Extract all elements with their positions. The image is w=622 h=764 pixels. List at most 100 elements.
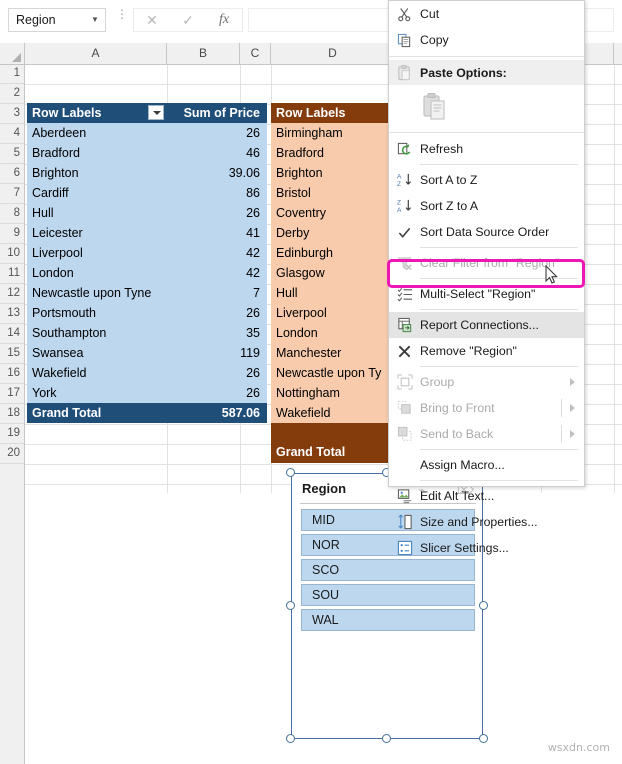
menu-item-assign-macro[interactable]: Assign Macro... (389, 452, 584, 478)
row-header-5[interactable]: 5 (0, 144, 24, 164)
pivot-blue-row[interactable]: Cardiff 86 (27, 183, 267, 203)
menu-item-label: Sort Data Source Order (420, 225, 550, 239)
row-header-15[interactable]: 15 (0, 344, 24, 364)
menu-item-refresh[interactable]: Refresh (389, 136, 584, 162)
resize-handle-bc[interactable] (382, 734, 391, 743)
row-header-9[interactable]: 9 (0, 224, 24, 244)
pivot-orange-row[interactable]: Newcastle upon Ty (271, 363, 395, 383)
pivot-blue-row[interactable]: Bradford 46 (27, 143, 267, 163)
menu-item-label: Group (420, 375, 455, 389)
row-header-16[interactable]: 16 (0, 364, 24, 384)
pivot-blue-row[interactable]: Row Labels Sum of Price (27, 103, 267, 123)
paste-tile-icon[interactable] (420, 92, 450, 122)
pivot-blue-row[interactable]: Portsmouth 26 (27, 303, 267, 323)
pivot-blue-row[interactable]: Southampton 35 (27, 323, 267, 343)
menu-item-size-and-properties[interactable]: Size and Properties... (389, 509, 584, 535)
pivot-orange-row[interactable]: Wakefield (271, 403, 395, 423)
row-labels-filter-button[interactable] (147, 105, 164, 120)
slicer-item-sou[interactable]: SOU (301, 584, 475, 606)
menu-item-report-connections[interactable]: Report Connections... (389, 312, 584, 338)
resize-handle-mr[interactable] (479, 601, 488, 610)
row-header-10[interactable]: 10 (0, 244, 24, 264)
row-header-7[interactable]: 7 (0, 184, 24, 204)
pivot-blue-row[interactable]: Liverpool 42 (27, 243, 267, 263)
row-header-2[interactable]: 2 (0, 84, 24, 104)
menu-item-paste-options[interactable]: Paste Options: (389, 60, 584, 85)
pivot-orange-row[interactable]: London (271, 323, 395, 343)
row-header-13[interactable]: 13 (0, 304, 24, 324)
menu-item-edit-alt-text[interactable]: Edit Alt Text... (389, 483, 584, 509)
pivot-orange-row[interactable]: Birmingham (271, 123, 395, 143)
paste-option-tile[interactable] (389, 85, 584, 129)
menu-item-copy[interactable]: Copy (389, 27, 584, 53)
resize-handle-br[interactable] (479, 734, 488, 743)
confirm-check-icon[interactable]: ✓ (171, 9, 205, 31)
menu-item-remove-region[interactable]: Remove "Region" (389, 338, 584, 364)
pivot-orange-row[interactable]: Edinburgh (271, 243, 395, 263)
pivot-orange-row[interactable]: Glasgow (271, 263, 395, 283)
pivot-blue-row[interactable]: Leicester 41 (27, 223, 267, 243)
pivot-blue-row[interactable]: London 42 (27, 263, 267, 283)
pivot-orange-row[interactable]: Manchester (271, 343, 395, 363)
pivot-table-orange[interactable]: Row Labels Birmingham Bradford Brighton Bris… (271, 103, 395, 463)
pivot-orange-row[interactable]: Bradford (271, 143, 395, 163)
pivot-blue-label: Row Labels (27, 103, 166, 123)
chevron-down-icon[interactable]: ▼ (85, 8, 105, 32)
pivot-blue-label: Liverpool (32, 246, 83, 260)
row-header-11[interactable]: 11 (0, 264, 24, 284)
pivot-blue-row[interactable]: Hull 26 (27, 203, 267, 223)
resize-handle-ml[interactable] (286, 601, 295, 610)
row-header-3[interactable]: 3 (0, 104, 24, 124)
menu-item-sort-z-a[interactable]: Z A Sort Z to A (389, 193, 584, 219)
pivot-blue-row[interactable]: Grand Total 587.06 (27, 403, 267, 423)
row-header-18[interactable]: 18 (0, 404, 24, 424)
pivot-orange-row[interactable]: Brighton (271, 163, 395, 183)
pivot-orange-spacer[interactable] (271, 423, 395, 442)
pivot-table-blue[interactable]: Row Labels Sum of Price Aberdeen 26 Bradford… (27, 103, 267, 423)
menu-item-cut[interactable]: Cut (389, 1, 584, 27)
menu-item-multi-select[interactable]: Multi-Select "Region" (389, 281, 584, 307)
slicer-context-menu[interactable]: Cut Copy Paste Options: Refresh A Z Sort A to … (388, 0, 585, 556)
pivot-blue-row[interactable]: Swansea 119 (27, 343, 267, 363)
column-header-A[interactable]: A (25, 43, 167, 64)
menu-item-slicer-settings[interactable]: Slicer Settings... (389, 535, 584, 561)
pivot-blue-row[interactable]: Aberdeen 26 (27, 123, 267, 143)
pivot-blue-row[interactable]: Brighton 39.06 (27, 163, 267, 183)
row-header-6[interactable]: 6 (0, 164, 24, 184)
row-header-8[interactable]: 8 (0, 204, 24, 224)
column-header-B[interactable]: B (167, 43, 240, 64)
menu-item-sort-a-z[interactable]: A Z Sort A to Z (389, 167, 584, 193)
pivot-blue-row[interactable]: Newcastle upon Tyne 7 (27, 283, 267, 303)
pivot-blue-label: Swansea (32, 346, 84, 360)
row-header-19[interactable]: 19 (0, 424, 24, 444)
column-header-D[interactable]: D (271, 43, 395, 64)
resize-handle-tl[interactable] (286, 468, 295, 477)
slicer-item-sco[interactable]: SCO (301, 559, 475, 581)
insert-function-icon[interactable]: fx (207, 9, 241, 31)
pivot-blue-row[interactable]: Wakefield 26 (27, 363, 267, 383)
row-header-12[interactable]: 12 (0, 284, 24, 304)
pivot-orange-row[interactable]: Coventry (271, 203, 395, 223)
pivot-blue-row[interactable]: York 26 (27, 383, 267, 403)
resize-handle-bl[interactable] (286, 734, 295, 743)
pivot-orange-header[interactable]: Row Labels (271, 103, 395, 123)
pivot-orange-row[interactable]: Derby (271, 223, 395, 243)
row-header-4[interactable]: 4 (0, 124, 24, 144)
row-header-20[interactable]: 20 (0, 444, 24, 464)
row-header-14[interactable]: 14 (0, 324, 24, 344)
row-header-17[interactable]: 17 (0, 384, 24, 404)
select-all-corner[interactable] (0, 43, 25, 64)
slicer-item-wal[interactable]: WAL (301, 609, 475, 631)
pivot-blue-value: 119 (240, 346, 260, 360)
menu-item-sort-data-source-order[interactable]: Sort Data Source Order (389, 219, 584, 245)
pivot-orange-row[interactable]: Liverpool (271, 303, 395, 323)
pivot-orange-row[interactable]: Hull (271, 283, 395, 303)
row-header-1[interactable]: 1 (0, 65, 24, 84)
pivot-orange-row[interactable]: Nottingham (271, 383, 395, 403)
check-icon (389, 219, 420, 245)
name-box[interactable]: Region ▼ (8, 8, 106, 32)
pivot-orange-row[interactable]: Bristol (271, 183, 395, 203)
column-header-C[interactable]: C (240, 43, 271, 64)
pivot-orange-total[interactable]: Grand Total (271, 442, 395, 463)
cancel-icon[interactable]: ✕ (135, 9, 169, 31)
